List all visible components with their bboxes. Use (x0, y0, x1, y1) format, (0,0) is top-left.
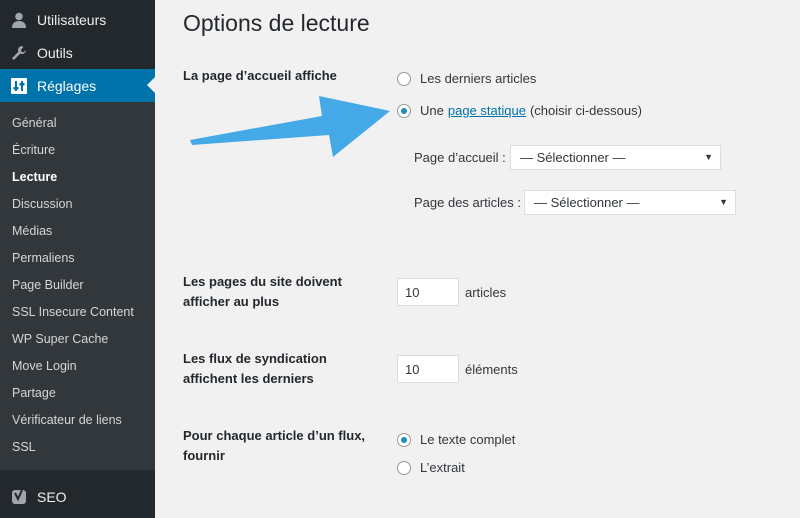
admin-sidebar: Utilisateurs Outils Réglages Général Écr… (0, 0, 155, 518)
menu-seo[interactable]: SEO (0, 480, 155, 513)
front-page-static-prefix: Une (420, 103, 444, 118)
menu-users-label: Utilisateurs (37, 11, 107, 28)
menu-users[interactable]: Utilisateurs (0, 3, 155, 36)
front-page-static-option[interactable]: Une page statique (choisir ci-dessous) (397, 103, 642, 118)
posts-per-page-label-line2: afficher au plus (183, 294, 280, 309)
front-page-latest-option[interactable]: Les derniers articles (397, 71, 536, 86)
submenu-writing[interactable]: Écriture (12, 143, 55, 157)
submenu-reading[interactable]: Lecture (12, 170, 57, 184)
posts-per-page-unit: articles (465, 285, 507, 300)
submenu-discussion[interactable]: Discussion (12, 197, 72, 211)
page-title: Options de lecture (183, 10, 370, 36)
submenu-permalinks[interactable]: Permaliens (12, 251, 75, 265)
submenu-sharing[interactable]: Partage (12, 386, 56, 400)
front-page-latest-radio[interactable] (397, 71, 411, 86)
menu-settings-label: Réglages (37, 77, 97, 94)
feed-full-text-label: Le texte complet (420, 432, 516, 447)
front-page-label: La page d’accueil affiche (183, 68, 337, 83)
posts-per-page-input[interactable]: 10 (397, 278, 459, 306)
yoast-icon (9, 488, 29, 506)
front-page-static-radio[interactable] (397, 103, 411, 118)
submenu-move-login[interactable]: Move Login (12, 359, 77, 373)
submenu-general[interactable]: Général (12, 116, 56, 130)
settings-sliders-icon (9, 77, 29, 94)
posts-page-select-value: — Sélectionner — (534, 195, 640, 210)
chevron-down-icon: ▼ (719, 197, 728, 207)
feed-excerpt-radio[interactable] (397, 460, 411, 475)
feed-items-unit: éléments (465, 362, 518, 377)
submenu-ssl[interactable]: SSL (12, 440, 36, 454)
feed-items-input[interactable]: 10 (397, 355, 459, 383)
feed-full-text-option[interactable]: Le texte complet (397, 432, 515, 447)
static-page-link[interactable]: page statique (448, 103, 526, 118)
homepage-select-label: Page d’accueil : (414, 150, 506, 165)
submenu-wp-super-cache[interactable]: WP Super Cache (12, 332, 108, 346)
homepage-select[interactable]: — Sélectionner — ▼ (510, 145, 721, 170)
menu-tools-label: Outils (37, 44, 73, 61)
submenu-ssl-insecure-content[interactable]: SSL Insecure Content (12, 305, 134, 319)
feed-excerpt-label: L’extrait (420, 460, 465, 475)
feed-content-label-line1: Pour chaque article d’un flux, (183, 428, 366, 443)
posts-page-select[interactable]: — Sélectionner — ▼ (524, 190, 736, 215)
menu-seo-label: SEO (37, 488, 67, 505)
settings-submenu: Général Écriture Lecture Discussion Médi… (0, 102, 155, 470)
chevron-down-icon: ▼ (704, 152, 713, 162)
feed-items-label-line1: Les flux de syndication (183, 351, 327, 366)
reading-settings-panel: Options de lecture La page d’accueil aff… (155, 0, 800, 518)
submenu-link-checker[interactable]: Vérificateur de liens (12, 413, 122, 427)
submenu-media[interactable]: Médias (12, 224, 52, 238)
feed-items-label-line2: affichent les derniers (183, 371, 314, 386)
feed-content-label: Pour chaque article d’un flux, fournir (183, 426, 365, 466)
wrench-icon (9, 45, 29, 61)
feed-content-label-line2: fournir (183, 448, 225, 463)
feed-excerpt-option[interactable]: L’extrait (397, 460, 465, 475)
posts-per-page-label-line1: Les pages du site doivent (183, 274, 342, 289)
posts-per-page-label: Les pages du site doivent afficher au pl… (183, 272, 342, 312)
feed-items-label: Les flux de syndication affichent les de… (183, 349, 327, 389)
posts-page-select-label: Page des articles : (414, 195, 521, 210)
homepage-select-value: — Sélectionner — (520, 150, 626, 165)
menu-tools[interactable]: Outils (0, 36, 155, 69)
front-page-static-suffix: (choisir ci-dessous) (529, 103, 642, 118)
feed-full-text-radio[interactable] (397, 432, 411, 447)
user-icon (9, 12, 29, 28)
submenu-page-builder[interactable]: Page Builder (12, 278, 84, 292)
front-page-latest-label: Les derniers articles (420, 71, 537, 86)
menu-settings[interactable]: Réglages (0, 69, 155, 102)
